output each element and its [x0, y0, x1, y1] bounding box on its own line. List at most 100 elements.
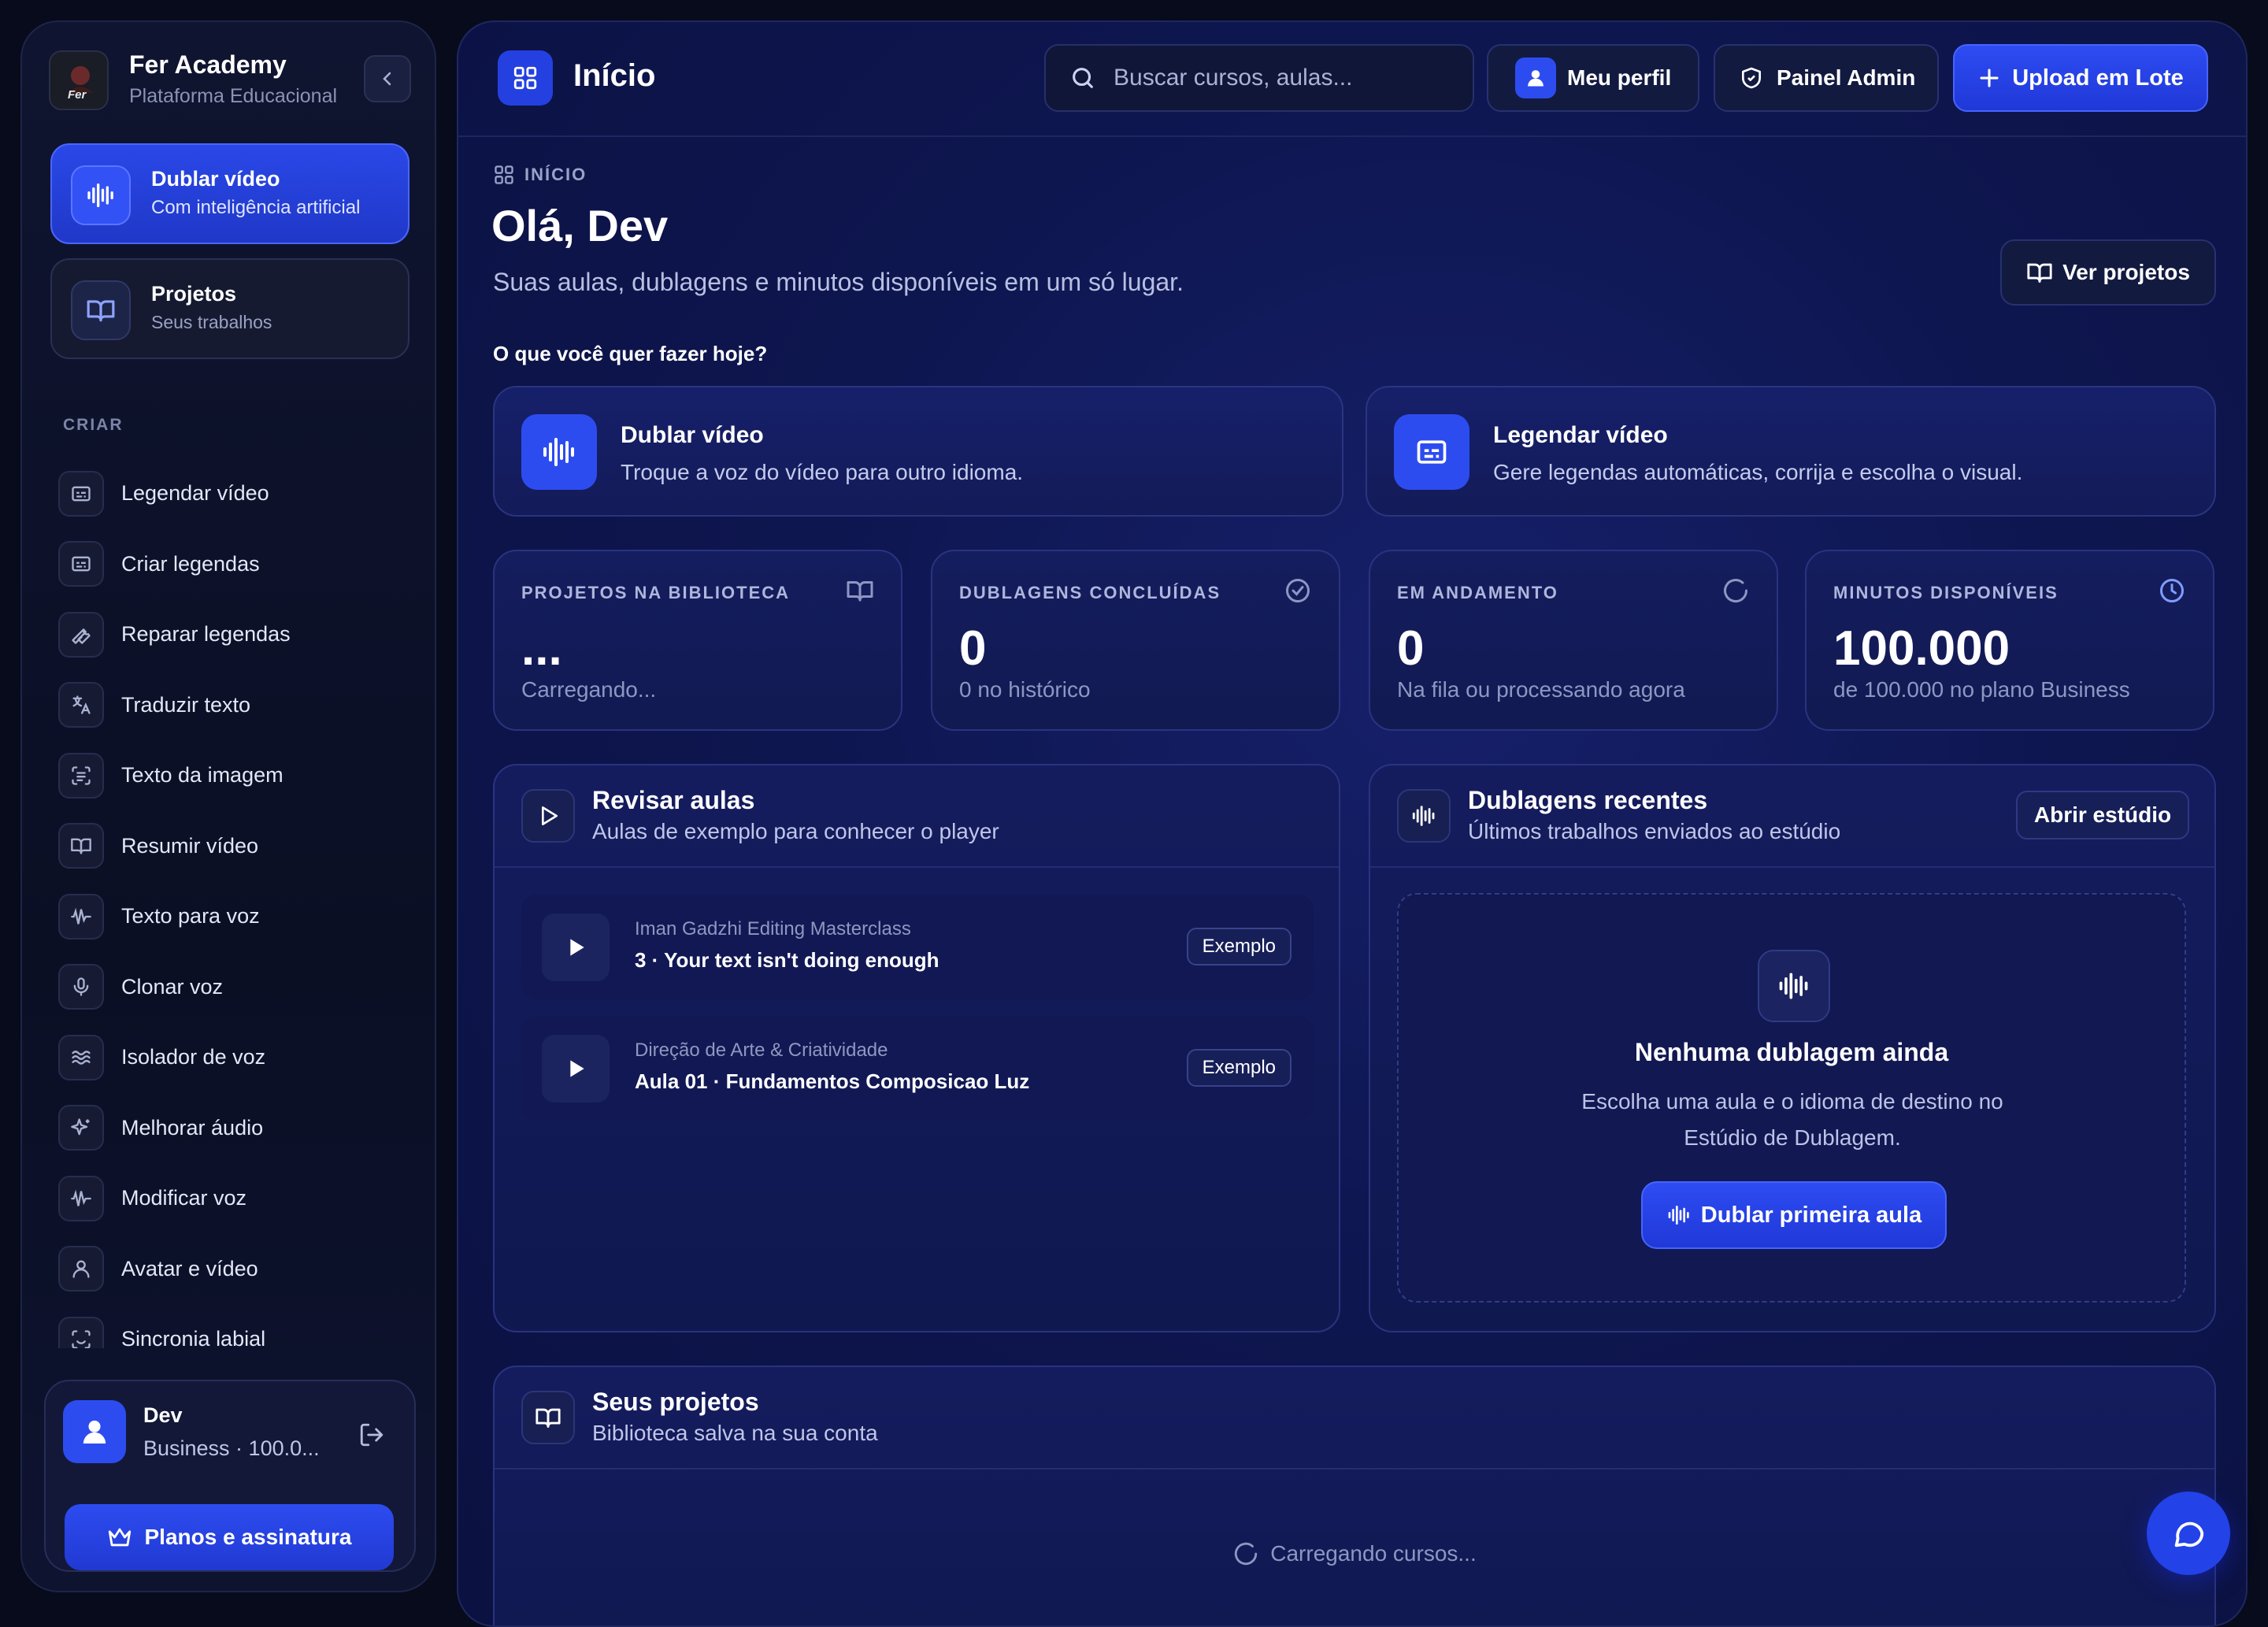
play-button[interactable] [542, 914, 610, 981]
sidebar-projects-button[interactable]: Projetos Seus trabalhos [50, 258, 410, 359]
sidebar-item-label: Modificar voz [121, 1186, 247, 1210]
chat-button[interactable] [2147, 1492, 2230, 1575]
empty-state: Nenhuma dublagem ainda Escolha uma aula … [1397, 893, 2186, 1303]
stat-label: PROJETOS NA BIBLIOTECA [521, 583, 791, 602]
sidebar-item-subtitle-video[interactable]: Legendar vídeo [50, 458, 421, 529]
sidebar-item-voice-isolator[interactable]: Isolador de voz [50, 1022, 421, 1093]
chevron-left-icon [383, 72, 391, 86]
refresh-icon [1720, 575, 1751, 606]
sidebar-item-lip-sync[interactable]: Sincronia labial [50, 1304, 421, 1348]
greeting-subtitle: Suas aulas, dublagens e minutos disponív… [493, 268, 1184, 296]
profile-button[interactable]: Meu perfil [1487, 44, 1699, 112]
view-projects-button[interactable]: Ver projetos [2000, 239, 2216, 306]
sidebar-item-label: Clonar voz [121, 974, 224, 999]
panel-header: Dublagens recentes Últimos trabalhos env… [1370, 765, 2214, 868]
sidebar: Fer Fer Academy Plataforma Educacional D… [20, 20, 436, 1592]
avatar [63, 1400, 126, 1463]
wrench-icon [58, 611, 104, 658]
stat-subtitle: Carregando... [521, 677, 657, 702]
lesson-title: Aula 01 · Fundamentos Composicao Luz [635, 1069, 1030, 1093]
scan-face-icon [58, 1316, 104, 1348]
play-icon [521, 789, 575, 843]
panel-title: Seus projetos [592, 1388, 759, 1416]
stat-card-completed: DUBLAGENS CONCLUÍDAS 0 0 no histórico [931, 550, 1340, 731]
sidebar-item-label: Resumir vídeo [121, 833, 259, 858]
brand-name: Fer Academy [129, 50, 287, 79]
plans-button[interactable]: Planos e assinatura [65, 1504, 394, 1570]
book-icon [844, 575, 876, 606]
review-lessons-panel: Revisar aulas Aulas de exemplo para conh… [493, 764, 1340, 1332]
sidebar-item-label: Texto da imagem [121, 763, 284, 788]
book-icon [2027, 263, 2052, 283]
stat-subtitle: Na fila ou processando agora [1397, 677, 1685, 702]
plans-button-label: Planos e assinatura [144, 1525, 352, 1549]
page-title: Início [573, 58, 656, 93]
empty-title: Nenhuma dublagem ainda [1634, 1038, 1949, 1066]
check-circle-icon [1282, 575, 1314, 606]
stat-value: 0 [1397, 621, 1425, 676]
sidebar-item-enhance-audio[interactable]: Melhorar áudio [50, 1093, 421, 1164]
sidebar-item-label: Traduzir texto [121, 692, 251, 717]
panel-header: Seus projetos Biblioteca salva na sua co… [495, 1367, 2214, 1469]
dub-first-lesson-button[interactable]: Dublar primeira aula [1641, 1181, 1947, 1249]
search-input[interactable] [1112, 64, 1443, 92]
sidebar-item-label: Criar legendas [121, 551, 260, 576]
stat-subtitle: 0 no histórico [959, 677, 1091, 702]
lesson-course: Iman Gadzhi Editing Masterclass [635, 918, 911, 940]
action-dub-video[interactable]: Dublar vídeo Troque a voz do vídeo para … [493, 386, 1343, 517]
sidebar-item-avatar-video[interactable]: Avatar e vídeo [50, 1234, 421, 1305]
sidebar-item-label: Melhorar áudio [121, 1115, 264, 1140]
sidebar-item-repair-subtitles[interactable]: Reparar legendas [50, 599, 421, 670]
translate-icon [58, 682, 104, 728]
stat-label: DUBLAGENS CONCLUÍDAS [959, 583, 1221, 602]
chat-icon [2174, 1521, 2204, 1547]
stat-card-projects: PROJETOS NA BIBLIOTECA ... Carregando... [493, 550, 902, 731]
sidebar-item-label: Sincronia labial [121, 1327, 266, 1348]
sidebar-item-summarize-video[interactable]: Resumir vídeo [50, 811, 421, 882]
open-studio-button[interactable]: Abrir estúdio [2016, 791, 2189, 839]
user-icon [83, 1420, 106, 1444]
user-plan: Business · 100.0... [143, 1436, 320, 1460]
sidebar-item-clone-voice[interactable]: Clonar voz [50, 952, 421, 1023]
sidebar-item-create-subtitles[interactable]: Criar legendas [50, 529, 421, 600]
breadcrumb: INÍCIO [493, 164, 587, 186]
search-bar [1044, 44, 1474, 112]
collapse-sidebar-button[interactable] [364, 55, 411, 102]
stat-value: 100.000 [1833, 621, 2010, 676]
sidebar-item-text-to-speech[interactable]: Texto para voz [50, 881, 421, 952]
panel-subtitle: Biblioteca salva na sua conta [592, 1421, 878, 1445]
search-icon [1073, 68, 1093, 88]
upload-batch-button[interactable]: Upload em Lote [1953, 44, 2208, 112]
audio-wave-icon [1758, 950, 1830, 1022]
audio-wave-icon [1668, 1206, 1689, 1225]
user-icon [58, 1246, 104, 1292]
user-name: Dev [143, 1403, 183, 1427]
audio-wave-icon [71, 165, 131, 225]
action-subtitle-video[interactable]: Legendar vídeo Gere legendas automáticas… [1366, 386, 2216, 517]
sidebar-item-translate-text[interactable]: Traduzir texto [50, 670, 421, 741]
shield-icon [1742, 67, 1761, 89]
logout-button[interactable] [353, 1416, 391, 1454]
admin-panel-button[interactable]: Painel Admin [1714, 44, 1939, 112]
sidebar-dub-video-button[interactable]: Dublar vídeo Com inteligência artificial [50, 143, 410, 244]
breadcrumb-label: INÍCIO [524, 165, 587, 184]
plus-icon [1980, 69, 1999, 87]
user-card: Dev Business · 100.0... Planos e assinat… [44, 1380, 416, 1572]
crown-icon [109, 1528, 132, 1547]
grid-icon [495, 165, 513, 184]
panel-title: Dublagens recentes [1468, 786, 1708, 814]
action-subtitle: Troque a voz do vídeo para outro idioma. [621, 460, 1024, 484]
spinner-icon [1235, 1542, 1258, 1566]
sidebar-nav: Legendar vídeo Criar legendas Reparar le… [50, 458, 421, 1348]
lesson-item[interactable]: Direção de Arte & Criatividade Aula 01 ·… [521, 1016, 1314, 1121]
action-title: Legendar vídeo [1493, 422, 1668, 448]
question-heading: O que você quer fazer hoje? [493, 342, 768, 365]
lesson-item[interactable]: Iman Gadzhi Editing Masterclass 3 · Your… [521, 895, 1314, 1000]
sidebar-item-modify-voice[interactable]: Modificar voz [50, 1163, 421, 1234]
play-icon [570, 939, 584, 956]
stat-label: EM ANDAMENTO [1397, 583, 1558, 602]
clock-icon [2156, 575, 2188, 606]
sidebar-dub-title: Dublar vídeo [151, 167, 280, 191]
play-button[interactable] [542, 1035, 610, 1103]
sidebar-item-image-text[interactable]: Texto da imagem [50, 740, 421, 811]
